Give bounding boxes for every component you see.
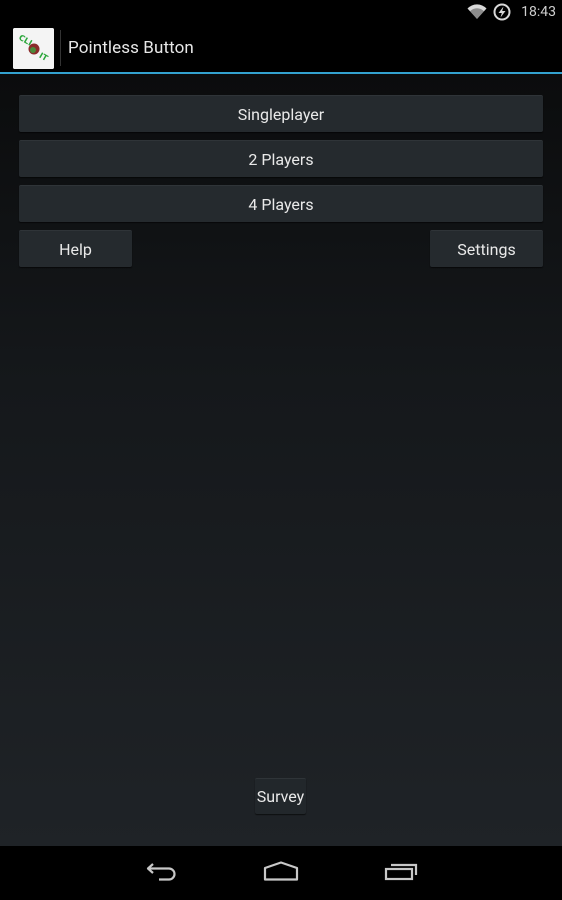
survey-button[interactable]: Survey: [255, 778, 306, 814]
click-it-app-icon[interactable]: CLI IT: [13, 27, 54, 69]
battery-charging-icon: [493, 3, 511, 21]
action-bar: CLI IT Pointless Button: [0, 24, 562, 72]
navigation-bar: [0, 846, 562, 900]
back-icon: [145, 861, 179, 885]
home-button[interactable]: [261, 860, 301, 886]
home-icon: [263, 861, 299, 885]
recent-apps-button[interactable]: [381, 860, 421, 886]
two-players-button[interactable]: 2 Players: [19, 140, 543, 177]
settings-button[interactable]: Settings: [430, 230, 543, 267]
back-button[interactable]: [142, 860, 182, 886]
app-title: Pointless Button: [68, 38, 194, 58]
main-content: Singleplayer 2 Players 4 Players Help Se…: [0, 74, 562, 846]
action-bar-divider: [60, 30, 61, 66]
recent-apps-icon: [384, 861, 418, 885]
help-button[interactable]: Help: [19, 230, 132, 267]
status-time: 18:43: [521, 4, 556, 20]
four-players-button[interactable]: 4 Players: [19, 185, 543, 222]
singleplayer-button[interactable]: Singleplayer: [19, 95, 543, 132]
wifi-icon: [467, 4, 487, 20]
status-bar: 18:43: [0, 0, 562, 24]
